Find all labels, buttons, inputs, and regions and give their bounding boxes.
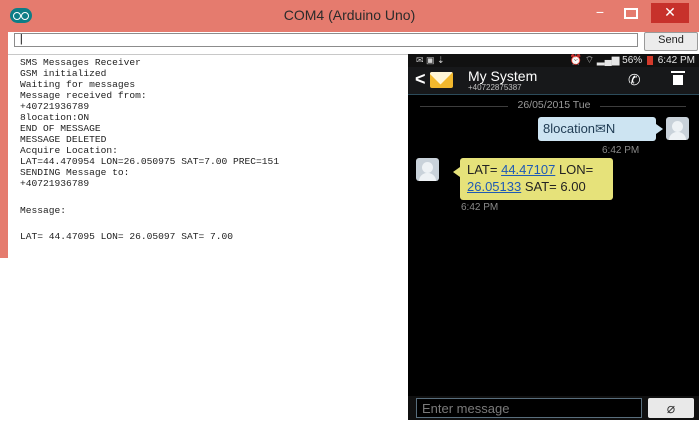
serial-output[interactable]: SMS Messages Receiver GSM initialized Wa… — [8, 54, 408, 421]
serial-monitor-window: COM4 (Arduino Uno) − ✕ | Send SMS Messag… — [0, 0, 699, 421]
lon-label: LON= — [558, 162, 594, 177]
message-placeholder: Enter message — [422, 401, 510, 416]
battery-icon — [646, 55, 653, 65]
sat-text: SAT= 6.00 — [524, 179, 586, 194]
notification-icons: ✉ ▣ ⇣ — [416, 55, 445, 65]
my-avatar-icon — [666, 117, 689, 140]
message-input[interactable]: Enter message — [416, 398, 642, 418]
close-button[interactable]: ✕ — [651, 3, 689, 23]
delete-icon[interactable] — [671, 71, 685, 85]
call-icon[interactable]: ✆ — [628, 71, 641, 89]
serial-input-row: | Send — [8, 32, 699, 52]
incoming-timestamp: 6:42 PM — [461, 202, 499, 213]
attach-button[interactable]: ⌀ — [648, 398, 694, 418]
send-button[interactable]: Send — [644, 32, 698, 51]
conversation-header: < My System +40722875387 ✆ — [408, 67, 699, 95]
back-button[interactable]: < — [415, 69, 426, 90]
outgoing-message-bubble[interactable]: 8location✉N — [538, 117, 663, 141]
status-bar: ✉ ▣ ⇣ ⏰ ⌔ ▂▄▆ 56% 6:42 PM — [408, 54, 699, 67]
maximize-button[interactable] — [620, 3, 642, 23]
output-line: LAT= 44.47095 LON= 26.05097 SAT= 7.00 — [20, 231, 234, 242]
phone-screenshot: ✉ ▣ ⇣ ⏰ ⌔ ▂▄▆ 56% 6:42 PM < My System +4… — [408, 54, 699, 420]
messages-envelope-icon[interactable] — [430, 72, 453, 88]
incoming-line-1: LAT= 44.47107 LON= — [467, 162, 593, 177]
message-composer: Enter message ⌀ — [408, 396, 699, 420]
output-line: Message: — [20, 205, 67, 216]
incoming-line-2: 26.05133 SAT= 6.00 — [467, 179, 586, 194]
outgoing-message-text: 8location✉N — [543, 121, 616, 136]
title-bar[interactable]: COM4 (Arduino Uno) − ✕ — [0, 0, 699, 32]
clock: 6:42 PM — [657, 55, 695, 66]
battery-level: 56% — [622, 55, 643, 66]
date-label: 26/05/2015 Tue — [517, 99, 591, 111]
paperclip-icon: ⌀ — [666, 400, 676, 416]
outgoing-timestamp: 6:42 PM — [602, 145, 640, 156]
serial-input[interactable]: | — [14, 33, 638, 47]
maximize-icon — [624, 7, 638, 19]
contact-name: My System — [468, 68, 538, 84]
date-separator: 26/05/2015 Tue — [408, 99, 699, 113]
window-border — [0, 32, 8, 258]
wifi-icon: ⌔ — [584, 55, 595, 66]
contact-avatar-icon — [416, 158, 439, 181]
signal-icon: ▂▄▆ — [596, 55, 620, 66]
lat-label: LAT= — [467, 162, 498, 177]
incoming-message-bubble[interactable]: LAT= 44.47107 LON= 26.05133 SAT= 6.00 — [453, 158, 613, 200]
output-line: +40721936789 — [20, 178, 90, 189]
alarm-icon: ⏰ — [569, 55, 582, 66]
lon-link[interactable]: 26.05133 — [467, 179, 521, 194]
minimize-button[interactable]: − — [589, 3, 611, 23]
contact-number: +40722875387 — [468, 83, 522, 92]
lat-link[interactable]: 44.47107 — [501, 162, 555, 177]
status-right: ⏰ ⌔ ▂▄▆ 56% 6:42 PM — [570, 54, 696, 67]
